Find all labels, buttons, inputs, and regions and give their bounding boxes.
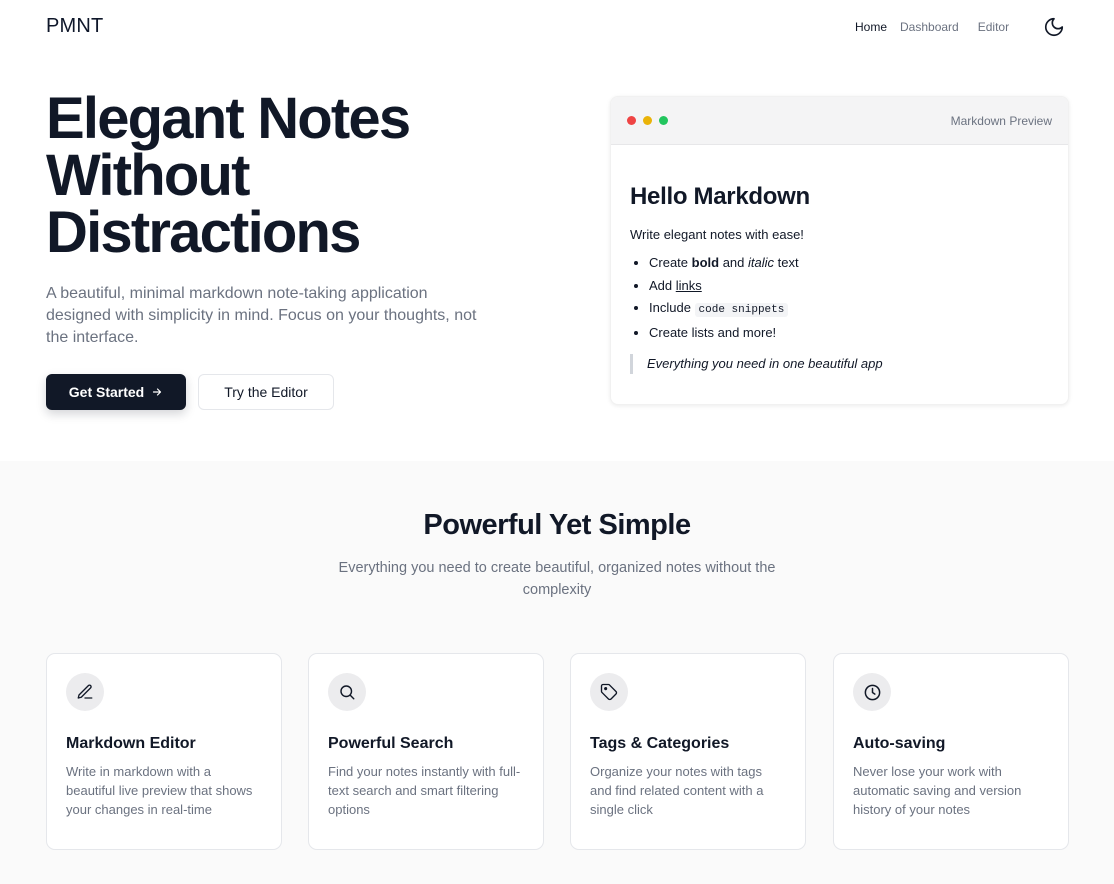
window-dot-green (659, 116, 668, 125)
preview-list: Create bold and italic text Add links In… (630, 252, 1049, 344)
clock-icon (853, 673, 891, 711)
hero-title-line: Elegant Notes (46, 86, 411, 151)
list-text: Include (649, 300, 695, 315)
feature-card-desc: Find your notes instantly with full-text… (328, 764, 521, 817)
get-started-button[interactable]: Get Started (46, 374, 186, 410)
list-item: Add links (649, 275, 1049, 298)
feature-card-markdown-editor: Markdown Editor Write in markdown with a… (46, 653, 282, 850)
try-editor-button[interactable]: Try the Editor (198, 374, 334, 410)
moon-icon (1044, 17, 1064, 37)
window-dot-red (627, 116, 636, 125)
hero-title: Elegant Notes Without Distractions (46, 90, 566, 262)
pencil-icon (66, 673, 104, 711)
list-text: Create (649, 255, 692, 270)
feature-card-desc: Never lose your work with automatic savi… (853, 764, 1022, 817)
markdown-preview-card: Markdown Preview Hello Markdown Write el… (610, 96, 1069, 405)
bold-text: bold (691, 255, 720, 270)
code-snippet: code snippets (694, 303, 789, 317)
hero-subtitle: A beautiful, minimal markdown note-takin… (46, 285, 477, 346)
feature-card-powerful-search: Powerful Search Find your notes instantl… (308, 653, 544, 850)
window-dot-yellow (643, 116, 652, 125)
preview-label: Markdown Preview (950, 114, 1052, 128)
preview-paragraph: Write elegant notes with ease! (630, 227, 804, 242)
logo[interactable]: PMNT (46, 15, 103, 38)
feature-card-desc: Write in markdown with a beautiful live … (66, 764, 253, 817)
preview-body: Hello Markdown Write elegant notes with … (611, 145, 1068, 374)
top-navbar: PMNT Home Dashboard Editor (0, 0, 1114, 54)
list-item: Include code snippets (649, 297, 1049, 322)
italic-text: italic (748, 255, 775, 270)
list-text: Add (649, 277, 676, 293)
features-subtitle: Everything you need to create beautiful,… (338, 560, 776, 598)
feature-card-title: Powerful Search (328, 735, 454, 752)
nav-link-dashboard[interactable]: Dashboard (900, 20, 959, 34)
get-started-label: Get Started (68, 384, 145, 400)
feature-card-title: Markdown Editor (66, 735, 196, 752)
hero-title-line: Distractions (46, 200, 361, 265)
nav-links: Home Dashboard Editor (855, 20, 1009, 34)
feature-card-auto-saving: Auto-saving Never lose your work with au… (833, 653, 1069, 850)
features-section: Powerful Yet Simple Everything you need … (0, 461, 1114, 884)
features-title: Powerful Yet Simple (423, 509, 691, 541)
feature-card-desc: Organize your notes with tags and find r… (590, 764, 764, 817)
list-text: and (719, 255, 748, 270)
preview-window-bar: Markdown Preview (611, 97, 1068, 145)
list-item: Create bold and italic text (649, 252, 1049, 275)
nav-link-editor[interactable]: Editor (978, 20, 1009, 34)
feature-card-tags-categories: Tags & Categories Organize your notes wi… (570, 653, 806, 850)
search-icon (328, 673, 366, 711)
preview-blockquote: Everything you need in one beautiful app (630, 354, 1049, 374)
preview-link[interactable]: links (676, 278, 702, 293)
preview-heading: Hello Markdown (630, 183, 810, 210)
feature-card-title: Tags & Categories (590, 735, 730, 752)
nav-link-home[interactable]: Home (855, 20, 887, 34)
theme-toggle-button[interactable] (1043, 16, 1065, 38)
feature-card-title: Auto-saving (853, 735, 946, 752)
list-text: text (774, 255, 799, 270)
arrow-right-icon (153, 388, 162, 396)
list-item: Create lists and more! (649, 322, 1049, 345)
tag-icon (590, 673, 628, 711)
hero-title-line: Without (46, 143, 250, 208)
